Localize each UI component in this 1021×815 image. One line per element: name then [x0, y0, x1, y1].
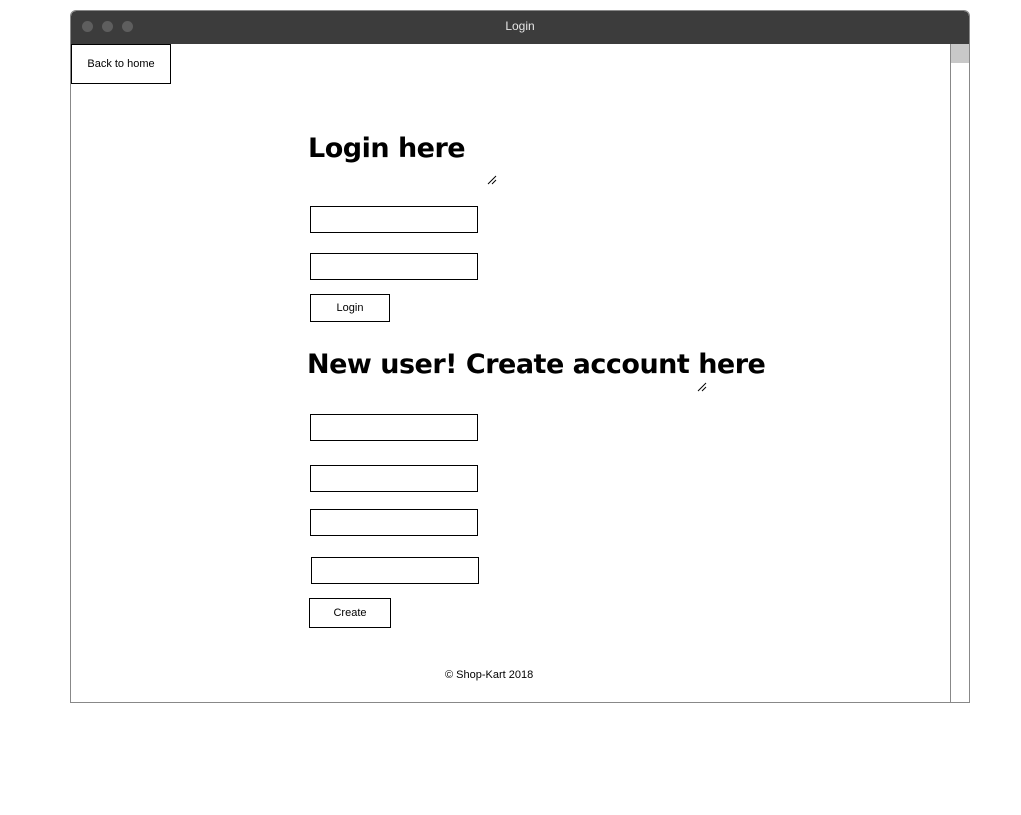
signup-heading: New user! Create account here — [307, 349, 766, 380]
login-heading: Login here — [308, 133, 466, 164]
vertical-scrollbar[interactable] — [950, 44, 969, 702]
create-account-button[interactable]: Create — [309, 598, 391, 628]
login-username-field[interactable] — [310, 206, 478, 233]
login-password-field[interactable] — [310, 253, 478, 280]
footer-copyright: © Shop-Kart 2018 — [445, 669, 534, 681]
title-bar: Login — [71, 11, 969, 44]
resize-grip-icon — [487, 172, 497, 185]
login-button[interactable]: Login — [310, 294, 390, 322]
resize-grip-icon — [697, 379, 707, 392]
scrollbar-thumb[interactable] — [951, 44, 969, 63]
signup-field-3[interactable] — [310, 509, 478, 536]
back-to-home-button[interactable]: Back to home — [71, 44, 171, 84]
window-title: Login — [505, 19, 535, 33]
browser-window: Login Back to home Login here Login New … — [70, 10, 970, 703]
signup-field-2[interactable] — [310, 465, 478, 492]
signup-field-1[interactable] — [310, 414, 478, 441]
signup-field-4[interactable] — [311, 557, 479, 584]
